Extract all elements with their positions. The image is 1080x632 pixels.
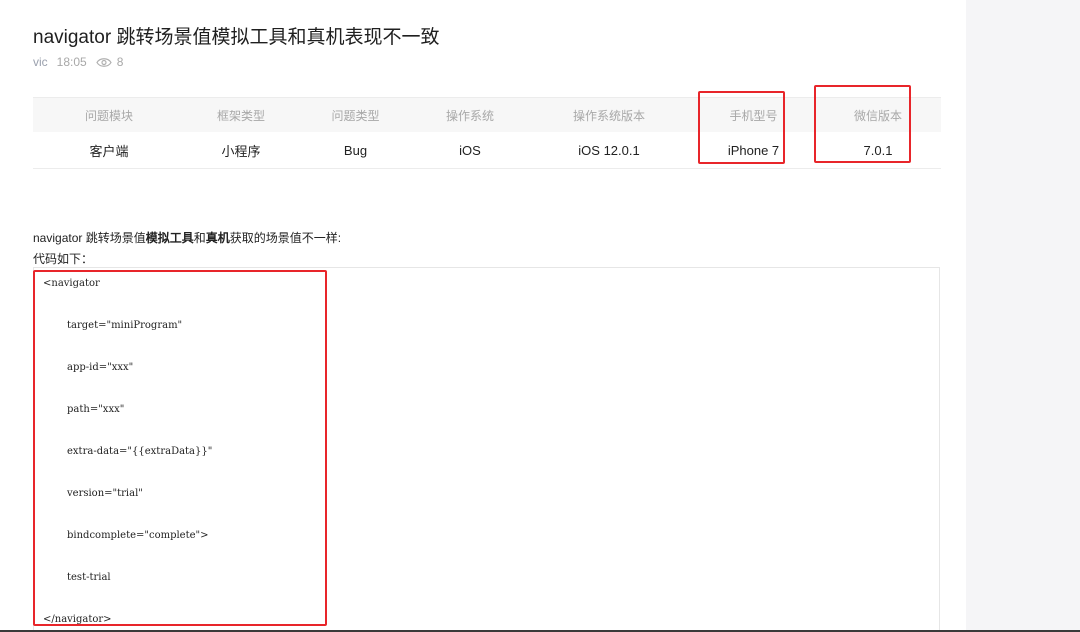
post-description: navigator 跳转场景值模拟工具和真机获取的场景值不一样: bbox=[33, 229, 341, 246]
header-framework: 框架类型 bbox=[216, 108, 265, 123]
info-table-header: 问题模块 框架类型 问题类型 操作系统 操作系统版本 手机型号 微信版本 bbox=[33, 98, 941, 132]
desc-text-3: 获取的场景值不一样: bbox=[229, 231, 342, 245]
desc-text-2: 和 bbox=[193, 231, 206, 245]
right-side-panel bbox=[966, 0, 1080, 632]
eye-icon bbox=[96, 57, 112, 68]
header-os-version: 操作系统版本 bbox=[572, 108, 645, 123]
author-name[interactable]: vic bbox=[33, 55, 48, 69]
value-os: iOS bbox=[459, 142, 481, 158]
phone-model-highlight-box bbox=[698, 91, 785, 164]
post-time: 18:05 bbox=[56, 55, 87, 69]
post-title: navigator 跳转场景值模拟工具和真机表现不一致 bbox=[33, 27, 440, 48]
value-framework: 小程序 bbox=[221, 143, 261, 159]
value-os-version: iOS 12.0.1 bbox=[578, 142, 640, 158]
header-issue-type: 问题类型 bbox=[331, 108, 380, 123]
code-highlight-box bbox=[33, 270, 327, 626]
header-os: 操作系统 bbox=[445, 108, 494, 123]
wechat-version-highlight-box bbox=[814, 85, 911, 163]
info-table-values: 客户端 小程序 Bug iOS iOS 12.0.1 iPhone 7 7.0.… bbox=[33, 132, 941, 168]
post-meta: vic 18:05 8 bbox=[33, 55, 123, 69]
view-count: 8 bbox=[96, 55, 124, 69]
value-issue-type: Bug bbox=[343, 142, 368, 158]
desc-bold-device: 真机 bbox=[205, 231, 230, 245]
issue-info-table: 问题模块 框架类型 问题类型 操作系统 操作系统版本 手机型号 微信版本 客户端… bbox=[33, 97, 941, 169]
desc-text-1: navigator 跳转场景值 bbox=[33, 231, 146, 245]
code-intro: 代码如下： bbox=[33, 252, 94, 266]
value-module: 客户端 bbox=[89, 143, 129, 159]
header-module: 问题模块 bbox=[84, 108, 133, 123]
view-count-number: 8 bbox=[116, 55, 124, 69]
desc-bold-simulator: 模拟工具 bbox=[145, 231, 194, 245]
